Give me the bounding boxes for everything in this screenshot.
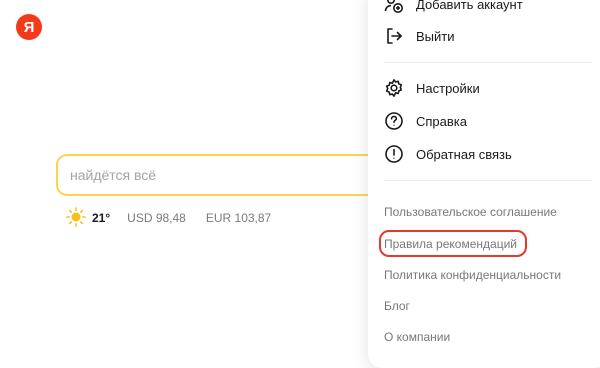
menu-item-add-account[interactable]: Добавить аккаунт bbox=[384, 0, 523, 14]
usd-rate[interactable]: USD 98,48 bbox=[127, 211, 186, 225]
menu-divider bbox=[384, 62, 592, 63]
menu-item-label: Настройки bbox=[416, 80, 480, 96]
feedback-icon bbox=[384, 144, 404, 164]
weather-widget[interactable]: 21° bbox=[66, 206, 111, 230]
add-account-icon bbox=[384, 0, 404, 14]
temperature-value: 21° bbox=[92, 211, 111, 225]
menu-item-help[interactable]: Справка bbox=[384, 111, 467, 131]
help-icon bbox=[384, 111, 404, 131]
menu-item-feedback[interactable]: Обратная связь bbox=[384, 144, 512, 164]
logout-icon bbox=[384, 26, 404, 46]
menu-item-settings[interactable]: Настройки bbox=[384, 78, 480, 98]
menu-item-label: Выйти bbox=[416, 28, 455, 44]
menu-item-label: Добавить аккаунт bbox=[416, 0, 523, 12]
gear-icon bbox=[384, 78, 404, 98]
link-about-company[interactable]: О компании bbox=[384, 330, 450, 344]
link-recommendation-rules[interactable]: Правила рекомендаций bbox=[384, 237, 517, 251]
menu-item-label: Справка bbox=[416, 113, 467, 129]
link-user-agreement[interactable]: Пользовательское соглашение bbox=[384, 205, 557, 219]
info-widgets: 21° USD 98,48 EUR 103,87 bbox=[66, 206, 291, 230]
logo-letter: Я bbox=[23, 18, 35, 36]
link-blog[interactable]: Блог bbox=[384, 299, 410, 313]
sun-icon bbox=[66, 206, 86, 230]
menu-divider bbox=[384, 180, 592, 181]
user-menu-panel: Добавить аккаунт Выйти Настройки Справка… bbox=[368, 0, 600, 368]
search-box[interactable] bbox=[56, 154, 396, 196]
menu-item-label: Обратная связь bbox=[416, 146, 512, 162]
yandex-logo[interactable]: Я bbox=[16, 14, 42, 40]
menu-item-logout[interactable]: Выйти bbox=[384, 26, 455, 46]
eur-rate[interactable]: EUR 103,87 bbox=[206, 211, 271, 225]
link-privacy-policy[interactable]: Политика конфиденциальности bbox=[384, 268, 561, 282]
search-input[interactable] bbox=[58, 156, 370, 194]
